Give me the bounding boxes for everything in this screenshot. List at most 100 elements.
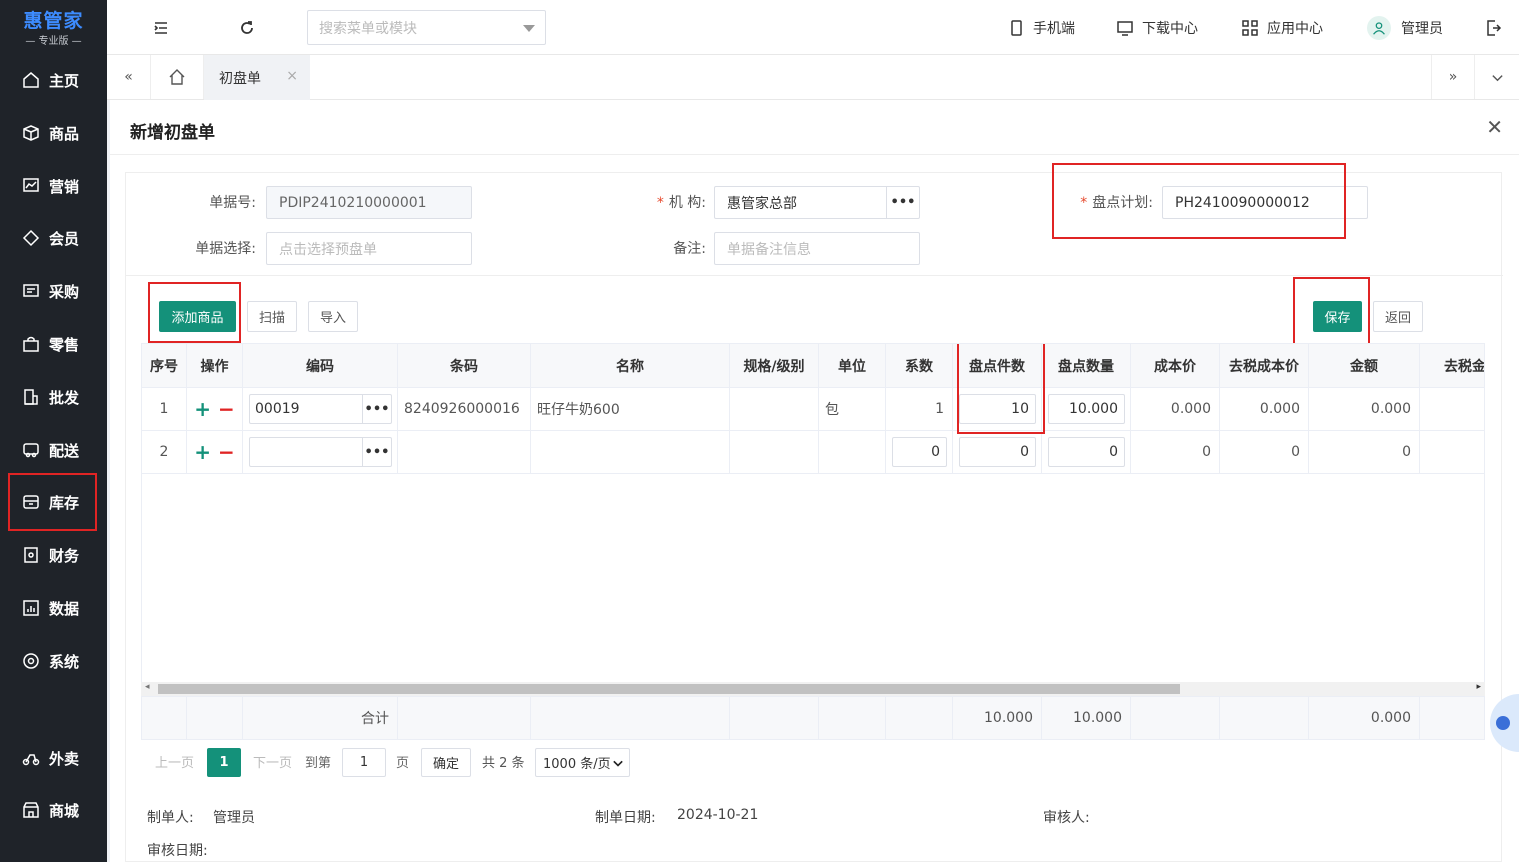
amount-cell: 0.000 bbox=[1309, 388, 1420, 431]
count-qty-input[interactable]: 0 bbox=[1048, 437, 1125, 467]
factor-input[interactable]: 0 bbox=[892, 437, 947, 467]
back-button[interactable]: 返回 bbox=[1373, 301, 1423, 332]
top-bar: 搜索菜单或模块 手机端 下载中心 应用中心 管理员 bbox=[107, 0, 1519, 55]
menu-collapse-icon[interactable] bbox=[152, 0, 170, 55]
home-tab-icon[interactable] bbox=[151, 55, 204, 99]
cost-notax-cell: 0 bbox=[1220, 431, 1309, 474]
spec-cell bbox=[730, 388, 819, 431]
sidebar-item-member[interactable]: 会员 bbox=[0, 220, 107, 256]
row-actions: + − bbox=[187, 431, 243, 474]
page-title: 新增初盘单 bbox=[130, 123, 215, 143]
more-icon[interactable]: ••• bbox=[362, 438, 391, 466]
code-cell: ••• bbox=[243, 431, 398, 474]
add-row-icon[interactable]: + bbox=[194, 397, 211, 421]
page-current[interactable]: 1 bbox=[207, 748, 241, 777]
remove-row-icon[interactable]: − bbox=[218, 440, 235, 464]
logout-icon[interactable] bbox=[1484, 0, 1502, 55]
row-actions: + − bbox=[187, 388, 243, 431]
tabs-scroll-left-icon[interactable]: « bbox=[107, 55, 151, 99]
summary-row: 合计 10.000 10.000 0.000 bbox=[141, 696, 1485, 740]
cost-cell: 0.000 bbox=[1131, 388, 1220, 431]
sidebar-item-mall[interactable]: 商城 bbox=[0, 792, 107, 828]
phone-icon bbox=[1011, 19, 1022, 36]
sidebar-item-home[interactable]: 主页 bbox=[0, 62, 107, 98]
tabs-scroll-right-icon[interactable]: » bbox=[1431, 55, 1475, 99]
horizontal-scrollbar[interactable]: ◂ ▸ bbox=[141, 682, 1485, 696]
data-icon bbox=[22, 599, 40, 617]
remove-row-icon[interactable]: − bbox=[218, 397, 235, 421]
sum-cell bbox=[730, 697, 819, 739]
sum-count-pcs: 10.000 bbox=[953, 697, 1042, 739]
add-row-icon[interactable]: + bbox=[194, 440, 211, 464]
next-page-link[interactable]: 下一页 bbox=[253, 752, 292, 771]
scan-button[interactable]: 扫描 bbox=[247, 301, 297, 332]
sidebar-item-finance[interactable]: 财务 bbox=[0, 537, 107, 573]
sidebar-item-delivery[interactable]: 配送 bbox=[0, 432, 107, 468]
sum-cell bbox=[1220, 697, 1309, 739]
sidebar-item-system[interactable]: 系统 bbox=[0, 643, 107, 679]
menu-search-input[interactable]: 搜索菜单或模块 bbox=[307, 10, 546, 45]
sidebar-item-marketing[interactable]: 营销 bbox=[0, 168, 107, 204]
page-size-select[interactable]: 1000 条/页 bbox=[535, 748, 630, 777]
add-goods-button[interactable]: 添加商品 bbox=[159, 301, 236, 332]
goto-page-input[interactable]: 1 bbox=[342, 748, 386, 777]
sidebar-item-retail[interactable]: 零售 bbox=[0, 326, 107, 362]
box-icon bbox=[22, 124, 40, 142]
code-input[interactable]: ••• bbox=[249, 437, 392, 467]
summary-label: 合计 bbox=[243, 697, 398, 739]
logo[interactable]: 惠管家 — 专业版 — bbox=[0, 0, 107, 53]
doc-select-field[interactable]: 点击选择预盘单 bbox=[266, 232, 472, 265]
sidebar-item-inventory[interactable]: 库存 bbox=[0, 484, 107, 520]
count-pcs-input[interactable]: 10 bbox=[959, 394, 1036, 424]
more-icon[interactable]: ••• bbox=[362, 395, 391, 423]
count-qty-cell: 10.000 bbox=[1042, 388, 1131, 431]
spec-cell bbox=[730, 431, 819, 474]
save-button[interactable]: 保存 bbox=[1313, 301, 1362, 332]
tab-close-icon[interactable]: × bbox=[286, 68, 298, 84]
code-input[interactable]: 00019 ••• bbox=[249, 394, 392, 424]
count-qty-input[interactable]: 10.000 bbox=[1048, 394, 1125, 424]
sum-cell bbox=[398, 697, 531, 739]
sidebar-item-takeout[interactable]: 外卖 bbox=[0, 740, 107, 776]
download-center-link[interactable]: 下载中心 bbox=[1116, 0, 1198, 55]
tab-initial-count[interactable]: 初盘单 × bbox=[204, 55, 310, 100]
unit-cell bbox=[819, 431, 886, 474]
factor-cell: 0 bbox=[886, 431, 953, 474]
sidebar-item-purchase[interactable]: 采购 bbox=[0, 273, 107, 309]
remark-field[interactable]: 单据备注信息 bbox=[714, 232, 920, 265]
tabs-dropdown-icon[interactable] bbox=[1475, 55, 1519, 99]
scooter-icon bbox=[22, 749, 40, 767]
app-center-link[interactable]: 应用中心 bbox=[1241, 0, 1323, 55]
scroll-thumb[interactable] bbox=[158, 684, 1180, 694]
goto-confirm-button[interactable]: 确定 bbox=[421, 748, 471, 777]
close-icon[interactable]: ✕ bbox=[1486, 115, 1503, 139]
col-header: 名称 bbox=[531, 344, 730, 388]
name-cell bbox=[531, 431, 730, 474]
warehouse-icon bbox=[22, 493, 40, 511]
org-field[interactable]: 惠管家总部 ••• bbox=[714, 186, 920, 219]
divider bbox=[126, 275, 1503, 276]
more-icon[interactable]: ••• bbox=[886, 187, 919, 218]
sidebar-item-data[interactable]: 数据 bbox=[0, 590, 107, 626]
col-header: 规格/级别 bbox=[730, 344, 819, 388]
page-content: 新增初盘单 ✕ 单据号: PDIP2410210000001 * 机 构: 惠管家… bbox=[110, 100, 1519, 862]
logo-edition: — 专业版 — bbox=[25, 36, 82, 47]
row-no: 2 bbox=[142, 431, 187, 474]
import-button[interactable]: 导入 bbox=[308, 301, 358, 332]
mobile-link[interactable]: 手机端 bbox=[1007, 0, 1075, 55]
sidebar-item-wholesale[interactable]: 批发 bbox=[0, 379, 107, 415]
col-header: 序号 bbox=[142, 344, 187, 388]
user-menu[interactable]: 管理员 bbox=[1367, 0, 1443, 55]
count-plan-field[interactable]: PH2410090000012 bbox=[1162, 186, 1368, 219]
col-header: 去税金 bbox=[1420, 344, 1484, 388]
sum-cell bbox=[886, 697, 953, 739]
refresh-icon[interactable] bbox=[238, 0, 256, 55]
col-header: 盘点数量 bbox=[1042, 344, 1131, 388]
sidebar-item-goods[interactable]: 商品 bbox=[0, 115, 107, 151]
count-pcs-input[interactable]: 0 bbox=[959, 437, 1036, 467]
sum-cell bbox=[187, 697, 243, 739]
prev-page-link[interactable]: 上一页 bbox=[155, 752, 194, 771]
scroll-right-icon[interactable]: ▸ bbox=[1476, 682, 1481, 692]
scroll-left-icon[interactable]: ◂ bbox=[145, 682, 150, 692]
monitor-icon bbox=[1117, 20, 1133, 36]
